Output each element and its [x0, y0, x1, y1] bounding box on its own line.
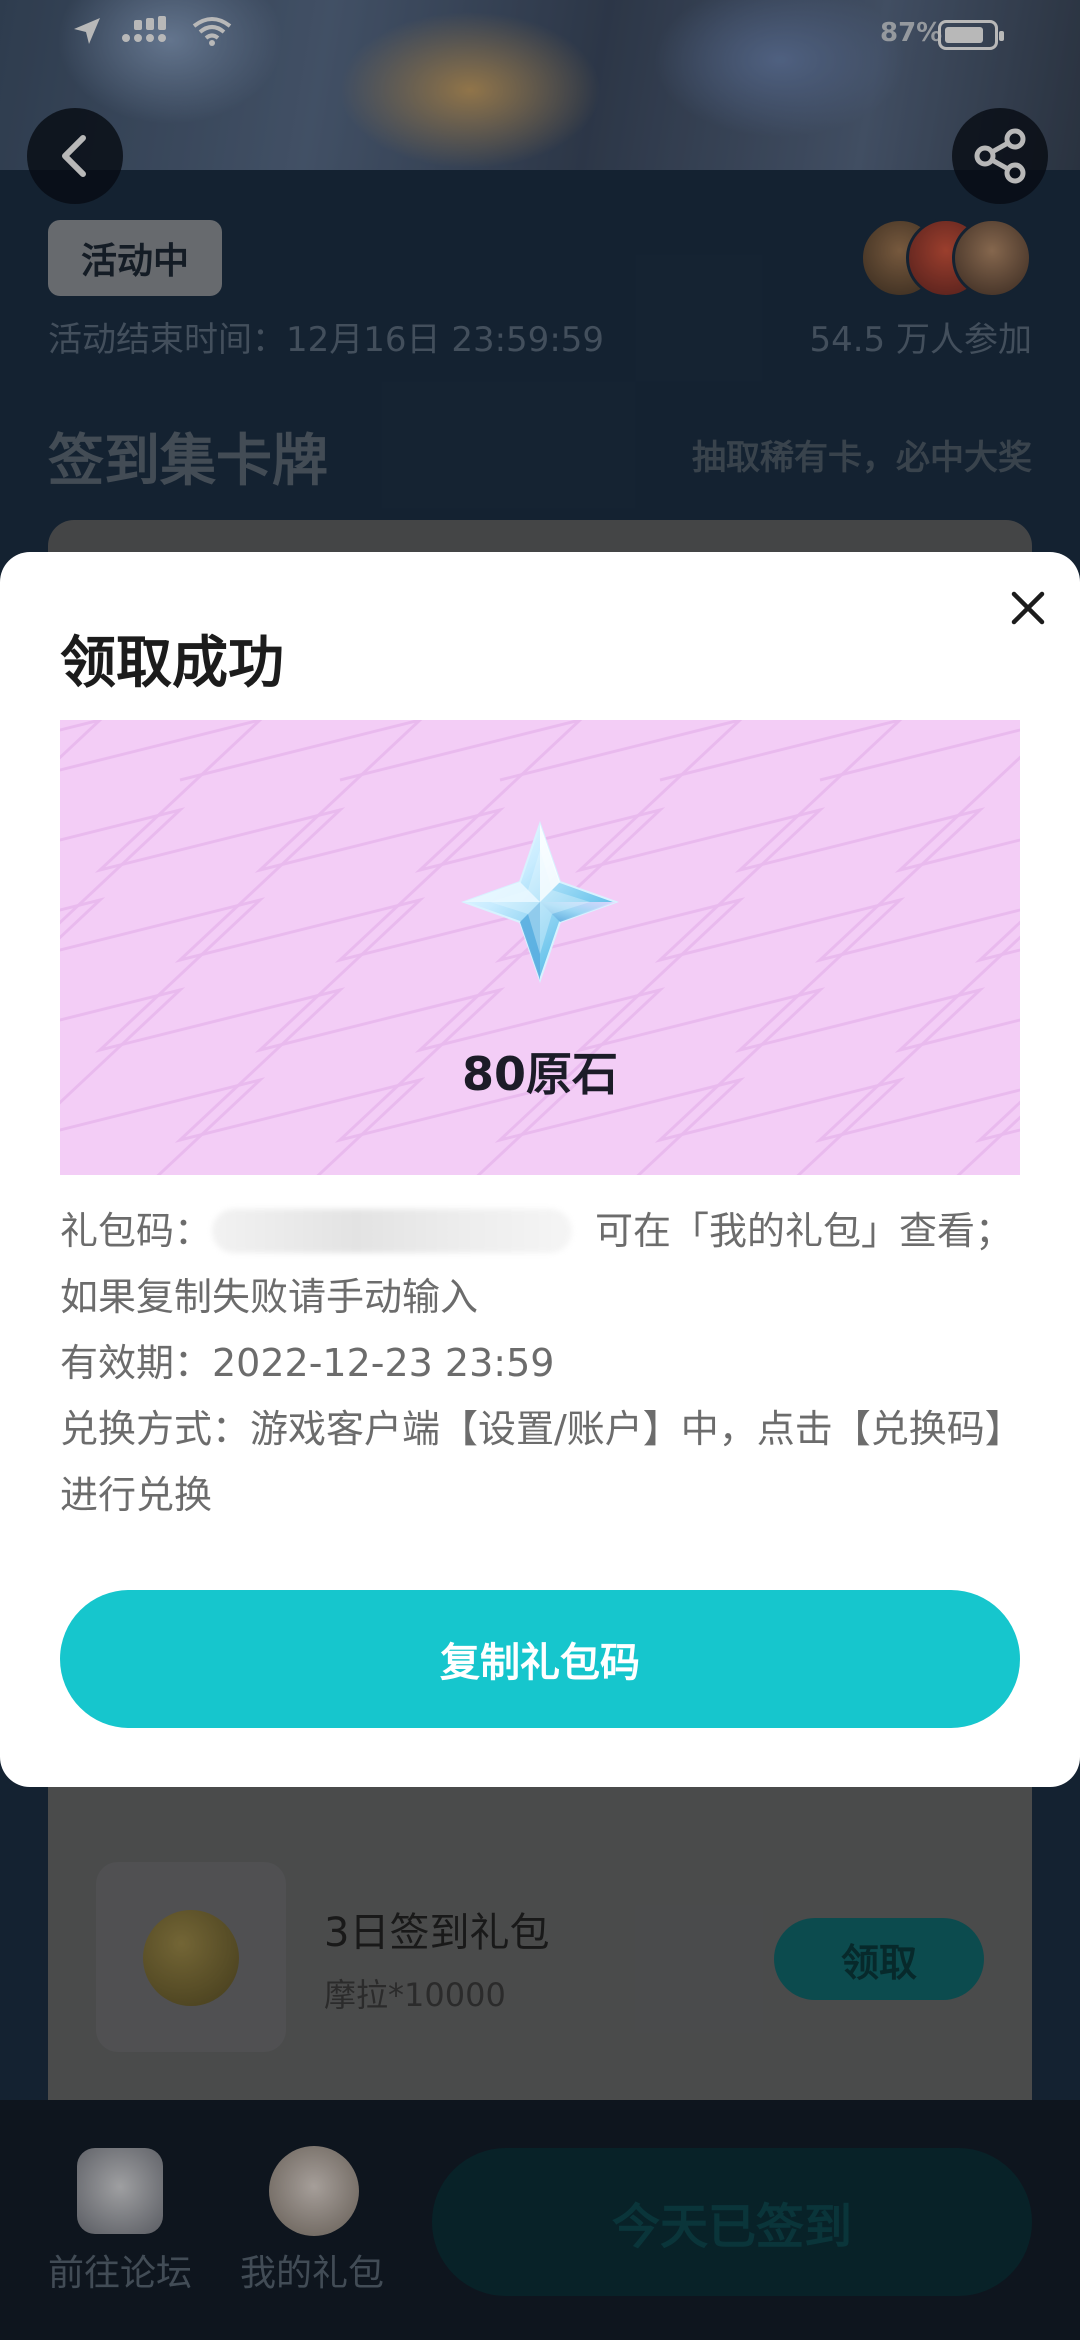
copy-code-button[interactable]: 复制礼包码 — [60, 1590, 1020, 1728]
prize-name: 80原石 — [461, 1047, 618, 1101]
gift-code-info: 礼包码： 可在「我的礼包」查看；如果复制失败请手动输入 有效期：2022-12-… — [60, 1198, 1020, 1528]
validity-text: 有效期：2022-12-23 23:59 — [60, 1341, 555, 1385]
dialog-title: 领取成功 — [60, 631, 284, 696]
close-button[interactable] — [1000, 580, 1056, 636]
close-icon — [1011, 591, 1045, 625]
redeem-instructions: 兑换方式：游戏客户端【设置/账户】中，点击【兑换码】进行兑换 — [60, 1407, 1004, 1517]
gift-code-value[interactable] — [212, 1209, 573, 1253]
gift-code-label: 礼包码： — [60, 1209, 213, 1253]
primogem-icon — [461, 820, 619, 984]
